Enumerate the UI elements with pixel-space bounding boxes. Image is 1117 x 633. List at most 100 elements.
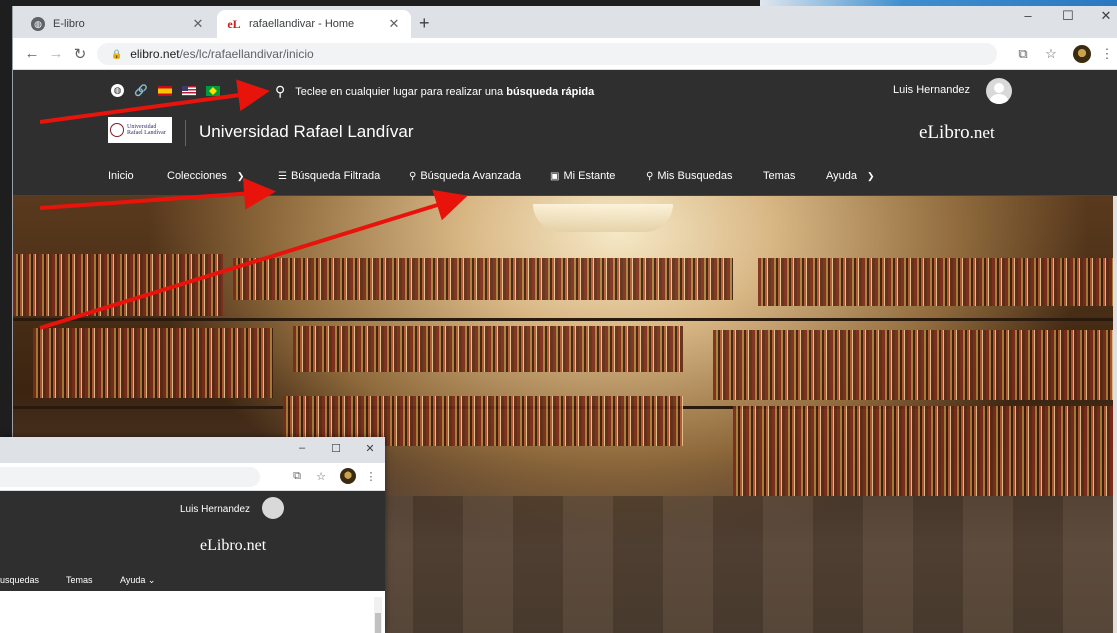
university-seal-icon: [110, 123, 124, 137]
spanish-flag-icon[interactable]: [157, 85, 172, 96]
nav-temas[interactable]: Temas: [66, 575, 93, 585]
maximize-button[interactable]: ☐: [324, 442, 348, 455]
nav-mis-busquedas[interactable]: usquedas: [0, 575, 39, 585]
secondary-address-bar[interactable]: [0, 467, 260, 487]
nav-label: Mi Estante: [563, 170, 616, 182]
user-avatar[interactable]: [986, 78, 1012, 104]
lock-icon: 🔒: [111, 48, 123, 59]
bookmark-star-icon[interactable]: ☆: [1043, 46, 1059, 62]
quick-search-text: Teclee en cualquier lugar para realizar …: [295, 85, 504, 98]
bookshelf-decoration: [758, 258, 1113, 306]
bookshelf-decoration: [293, 326, 683, 372]
minimize-button[interactable]: –: [1013, 8, 1043, 23]
brazil-flag-icon[interactable]: [205, 85, 220, 96]
nav-label: Colecciones: [167, 170, 227, 182]
nav-colecciones[interactable]: Colecciones ❯: [167, 170, 244, 182]
logo-text-line2: Rafael Landívar: [127, 130, 166, 136]
bookshelf-decoration: [713, 330, 1113, 400]
quick-search-prompt[interactable]: ⚲ Teclee en cualquier lugar para realiza…: [275, 83, 594, 100]
url-path: /es/lc/rafaellandivar/inicio: [179, 47, 314, 61]
user-avatar[interactable]: [262, 497, 284, 519]
secondary-site-header: Luis Hernandez eLibro.net usquedas Temas…: [0, 491, 385, 591]
balcony-rail: [13, 318, 1113, 321]
filter-sliders-icon: ☰: [278, 170, 287, 182]
nav-mi-estante[interactable]: ▣ Mi Estante: [550, 170, 615, 182]
search-icon: ⚲: [646, 170, 654, 182]
new-tab-button[interactable]: +: [419, 14, 430, 32]
address-bar[interactable]: 🔒 elibro.net/es/lc/rafaellandivar/inicio: [97, 43, 997, 65]
page-scrollbar[interactable]: [1113, 196, 1117, 633]
tab-title: E-libro: [53, 18, 85, 30]
nav-label: Búsqueda Avanzada: [420, 170, 522, 182]
bookshelf-decoration: [733, 406, 1113, 496]
university-logo[interactable]: Universidad Rafael Landívar: [108, 117, 172, 143]
tab-elibro[interactable]: ◍ E-libro ✕: [21, 10, 215, 38]
tab-strip: ◍ E-libro ✕ eL rafaellandivar - Home ✕ +…: [13, 6, 1117, 38]
chandelier-decoration: [533, 204, 673, 232]
brand-main: eLibro: [200, 537, 243, 554]
close-icon[interactable]: ✕: [191, 16, 205, 32]
site-brand-bar: Universidad Rafael Landívar Universidad R…: [13, 112, 1117, 154]
nav-mis-busquedas[interactable]: ⚲ Mis Busquedas: [646, 170, 733, 182]
nav-ayuda[interactable]: Ayuda ❯: [826, 170, 875, 182]
nav-label: Búsqueda Filtrada: [290, 170, 381, 182]
desktop: ◍ E-libro ✕ eL rafaellandivar - Home ✕ +…: [0, 0, 1117, 633]
nav-temas[interactable]: Temas: [763, 170, 795, 182]
nav-label: Inicio: [108, 170, 134, 182]
secondary-title-bar: – ☐ ✕: [0, 437, 385, 463]
profile-avatar[interactable]: [340, 468, 356, 484]
nav-label: Ayuda: [120, 575, 146, 585]
back-button[interactable]: ←: [23, 45, 41, 62]
brand-divider: [185, 120, 186, 146]
globe-icon[interactable]: ◍: [111, 84, 124, 97]
chevron-down-icon: ❯: [236, 170, 245, 181]
us-flag-icon[interactable]: [181, 85, 196, 96]
tab-rafaellandivar-home[interactable]: eL rafaellandivar - Home ✕: [217, 10, 411, 38]
elibro-favicon-icon: eL: [227, 16, 241, 31]
browser-toolbar: ← → ↻ 🔒 elibro.net/es/lc/rafaellandivar/…: [13, 38, 1117, 70]
url-domain: elibro.net: [130, 47, 180, 61]
quick-search-bold-text: búsqueda rápida: [506, 85, 595, 98]
brand-suffix: .net: [242, 537, 267, 554]
nav-label: Ayuda: [826, 170, 857, 182]
user-name[interactable]: Luis Hernandez: [180, 504, 250, 515]
close-window-button[interactable]: ✕: [358, 442, 382, 455]
site-nav-bar: Inicio Colecciones ❯ ☰ Búsqueda Filtrada ⚲…: [13, 154, 1117, 196]
profile-avatar[interactable]: [1073, 45, 1091, 63]
brand-suffix: .net: [969, 123, 995, 142]
translate-icon[interactable]: ⧉: [290, 470, 304, 483]
user-name[interactable]: Luis Hernandez: [893, 84, 970, 96]
close-icon[interactable]: ✕: [387, 16, 401, 32]
forward-button[interactable]: →: [47, 45, 65, 62]
nav-busqueda-filtrada[interactable]: ☰ Búsqueda Filtrada: [278, 170, 380, 182]
bookshelf-decoration: [233, 258, 733, 300]
menu-kebab-icon[interactable]: ⋮: [1099, 46, 1115, 62]
link-icon[interactable]: 🔗: [134, 84, 148, 97]
close-window-button[interactable]: ✕: [1091, 8, 1117, 24]
language-selector: ◍ 🔗: [111, 84, 220, 97]
bookshelf-decoration: [13, 254, 223, 316]
search-icon: ⚲: [409, 170, 417, 182]
bookmark-star-icon[interactable]: ☆: [314, 470, 328, 483]
maximize-button[interactable]: ☐: [1053, 8, 1083, 24]
nav-label: Temas: [763, 170, 796, 182]
nav-ayuda[interactable]: Ayuda ⌄: [120, 575, 155, 586]
nav-label: Mis Busquedas: [657, 170, 733, 182]
search-icon: ⚲: [275, 83, 286, 99]
tab-title: rafaellandivar - Home: [249, 18, 355, 30]
translate-icon[interactable]: ⧉: [1015, 46, 1031, 62]
globe-icon: ◍: [31, 17, 45, 31]
secondary-page-body: [0, 591, 385, 633]
brand-main: eLibro: [919, 122, 970, 143]
elibro-logo[interactable]: eLibro.net: [200, 537, 266, 555]
reload-button[interactable]: ↻: [71, 45, 89, 63]
secondary-browser-window: – ☐ ✕ ⧉ ☆ ⋮ Luis Hernandez eLibro.net us…: [0, 437, 385, 633]
menu-kebab-icon[interactable]: ⋮: [364, 470, 378, 483]
shelf-icon: ▣: [550, 170, 560, 182]
site-top-bar: ◍ 🔗 ⚲ Teclee en cualquier lugar para rea…: [13, 70, 1117, 112]
minimize-button[interactable]: –: [290, 442, 314, 454]
nav-inicio[interactable]: Inicio: [108, 170, 134, 182]
elibro-logo[interactable]: eLibro.net: [919, 122, 995, 144]
nav-busqueda-avanzada[interactable]: ⚲ Búsqueda Avanzada: [409, 170, 521, 182]
secondary-scrollbar[interactable]: [374, 597, 382, 633]
